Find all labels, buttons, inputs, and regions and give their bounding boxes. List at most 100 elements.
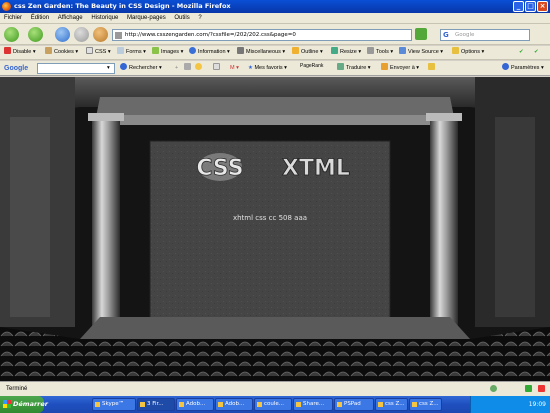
left-column [92,117,120,337]
images-icon [152,47,159,54]
google-toolbar: Google ▾ Rechercher ▾ + M ▾ ★ Mes favori… [0,61,550,76]
url-bar[interactable]: http://www.csszengarden.com/?cssfile=/20… [112,29,412,41]
menu-historique[interactable]: Historique [91,15,118,21]
validator-ok-icon[interactable] [525,385,532,392]
stage-floor [80,317,470,339]
misc-icon [237,47,244,54]
skype-icon [95,402,100,407]
favorites-star-icon: ★ [248,65,253,71]
reload-button[interactable] [55,27,70,42]
view-source-icon [399,47,406,54]
menu-help[interactable]: ? [198,15,201,21]
navigation-toolbar: http://www.csszengarden.com/?cssfile=/20… [0,24,550,45]
status-bar: Terminé [0,381,550,396]
wd-forms[interactable]: Forms ▾ [117,46,146,59]
search-input[interactable]: G Google [440,29,530,41]
menu-marque-pages[interactable]: Marque-pages [127,15,166,21]
firefox-icon [2,2,11,11]
translate-icon [337,63,344,70]
send-icon [381,63,388,70]
wd-resize[interactable]: Resize ▾ [331,46,361,59]
star-yellow-icon[interactable] [195,62,204,75]
validate-check-icon-2[interactable]: ✔ [534,46,539,59]
send-to-button[interactable]: Envoyer à ▾ [381,62,419,75]
wd-disable[interactable]: Disable ▾ [4,46,36,59]
css-logo: CSS [196,153,244,181]
wd-view-source[interactable]: View Source ▾ [399,46,443,59]
page-content: CSS XTML xhtml css cc 508 aaa [0,77,550,381]
site-favicon [115,32,122,39]
menu-edition[interactable]: Édition [31,15,49,21]
bookmarks-button[interactable]: ★ Mes favoris ▾ [248,62,287,75]
windows-logo-icon [3,400,11,408]
gmail-icon[interactable]: M ▾ [230,62,239,75]
wd-images[interactable]: Images ▾ [152,46,183,59]
task-adobe-1[interactable]: Adob... [176,398,214,411]
start-button[interactable]: Démarrer [0,396,48,413]
status-icon-2[interactable] [490,385,497,392]
task-css-2[interactable]: css Z... [409,398,442,411]
xtml-logo: XTML [282,156,351,182]
error-icon[interactable] [538,385,545,392]
news-icon[interactable] [184,62,193,75]
plus-icon[interactable]: + [175,62,178,75]
settings-button[interactable]: Paramètres ▾ [502,62,544,75]
forms-icon [117,47,124,54]
minimize-button[interactable]: _ [513,1,524,12]
wd-css[interactable]: CSS ▾ [86,46,111,59]
wd-miscellaneous[interactable]: Miscellaneous ▾ [237,46,285,59]
task-css-1[interactable]: css Z... [375,398,408,411]
browser-window: css Zen Garden: The Beauty in CSS Design… [0,0,550,413]
xtml-logo-text: XTML [282,156,350,181]
url-text: http://www.csszengarden.com/?cssfile=/20… [125,32,296,38]
status-text: Terminé [6,386,28,392]
window-title: css Zen Garden: The Beauty in CSS Design… [14,2,231,10]
menu-bar: Fichier Édition Affichage Historique Mar… [0,13,550,24]
menu-fichier[interactable]: Fichier [4,15,22,21]
task-share[interactable]: Share... [293,398,333,411]
status-icon-1[interactable] [475,385,482,392]
go-button[interactable] [415,28,427,40]
close-button[interactable]: × [537,1,548,12]
popup-blocker-icon[interactable] [213,62,222,75]
pencil-icon[interactable] [428,62,437,75]
google-logo: Google [4,65,29,72]
clock: 19:09 [528,401,546,408]
google-search-button[interactable]: Rechercher ▾ [120,62,162,75]
cookie-icon [45,47,52,54]
search-placeholder: Google [455,32,475,38]
stage-screen [149,140,391,322]
wd-options[interactable]: Options ▾ [452,46,484,59]
pagerank-button[interactable]: PageRank [300,60,323,73]
wd-tools[interactable]: Tools ▾ [367,46,393,59]
task-adobe-2[interactable]: Adob... [215,398,253,411]
right-column [430,117,458,337]
wd-outline[interactable]: Outline ▾ [292,46,323,59]
information-icon [189,47,196,54]
task-skype[interactable]: Skype™ [92,398,136,411]
google-search-input[interactable] [37,63,115,74]
firefox-task-icon [140,402,145,407]
options-icon [452,47,459,54]
tagline-links[interactable]: xhtml css cc 508 aaa [233,214,307,222]
menu-outils[interactable]: Outils [174,15,189,21]
css-logo-text: CSS [196,156,243,181]
stop-button[interactable] [74,27,89,42]
wd-information[interactable]: Information ▾ [189,46,230,59]
web-developer-toolbar: Disable ▾ Cookies ▾ CSS ▾ Forms ▾ Images… [0,46,550,60]
maximize-button[interactable]: □ [525,1,536,12]
forward-button[interactable] [28,27,43,42]
settings-icon [502,63,509,70]
wd-cookies[interactable]: Cookies ▾ [45,46,78,59]
task-firefox[interactable]: 3 Fir... [137,398,175,411]
home-button[interactable] [93,27,108,42]
back-button[interactable] [4,27,19,42]
task-couleurs[interactable]: coule... [254,398,292,411]
resize-icon [331,47,338,54]
google-g-icon [120,63,127,70]
validate-check-icon[interactable]: ✔ [519,46,524,59]
menu-affichage[interactable]: Affichage [58,15,83,21]
task-pspad[interactable]: PSPad [334,398,374,411]
translate-button[interactable]: Traduire ▾ [337,62,371,75]
google-dropdown-icon[interactable]: ▾ [107,62,110,75]
